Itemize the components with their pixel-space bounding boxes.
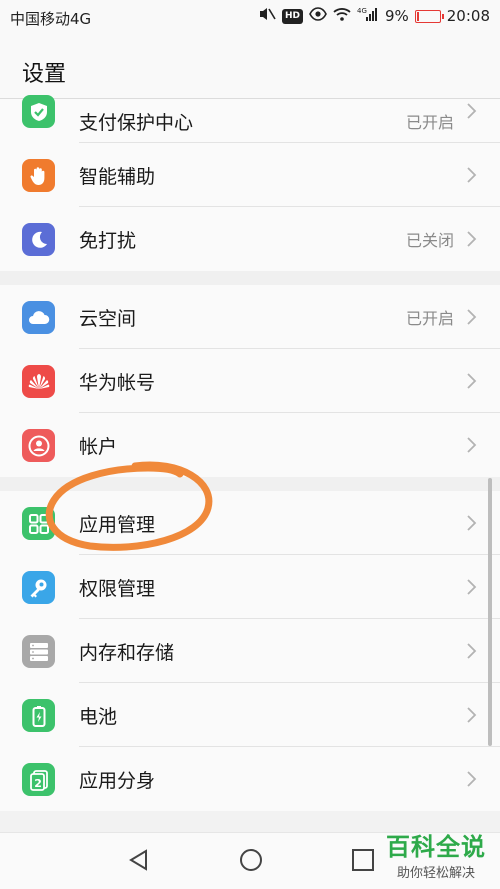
status-icons: HD 4G 9% 20:08 [258, 6, 490, 26]
settings-item-label: 免打扰 [79, 229, 137, 252]
chevron-right-icon [464, 230, 478, 248]
chevron-right-icon [464, 308, 478, 326]
svg-text:2: 2 [34, 777, 42, 790]
carrier-label: 中国移动4G [10, 10, 92, 28]
chevron-right-icon [464, 102, 478, 120]
settings-item-label: 智能辅助 [79, 165, 156, 188]
chevron-right-icon [464, 706, 478, 724]
watermark-subtitle: 助你轻松解决 [396, 866, 475, 881]
settings-item[interactable]: 权限管理 [0, 555, 500, 619]
group-divider [0, 477, 500, 491]
group-divider [0, 271, 500, 285]
settings-item[interactable]: 电池 [0, 683, 500, 747]
chevron-right-icon [464, 166, 478, 184]
storage-icon [22, 635, 55, 668]
settings-item-label: 云空间 [79, 307, 137, 330]
settings-item[interactable]: 云空间 已开启 [0, 285, 500, 349]
moon-icon [22, 223, 55, 256]
settings-item[interactable]: 支付保护中心 已开启 [0, 95, 500, 143]
settings-item[interactable]: 帐户 [0, 413, 500, 477]
chevron-right-icon [464, 770, 478, 788]
settings-item-label: 支付保护中心 [79, 111, 194, 134]
shield-check-icon [22, 95, 55, 128]
settings-item-label: 电池 [79, 705, 118, 728]
back-icon[interactable] [126, 847, 152, 877]
settings-item-status: 已开启 [405, 113, 454, 132]
app-twin-icon: 2 [22, 763, 55, 796]
chevron-right-icon [464, 514, 478, 532]
settings-item-label: 权限管理 [79, 577, 156, 600]
status-bar: 中国移动4G HD 4G 9% 20:08 [0, 0, 500, 36]
battery-icon [414, 9, 444, 23]
account-icon [22, 429, 55, 462]
scrollbar[interactable] [488, 478, 492, 746]
wifi-icon [333, 7, 351, 25]
settings-item[interactable]: 免打扰 已关闭 [0, 207, 500, 271]
settings-group: 支付保护中心 已开启智能辅助免打扰 已关闭 [0, 95, 500, 271]
svg-text:4G: 4G [357, 7, 367, 15]
clock: 20:08 [446, 7, 490, 25]
mute-icon [258, 6, 276, 26]
chevron-right-icon [464, 372, 478, 390]
eye-icon [309, 7, 327, 25]
apps-grid-icon [22, 507, 55, 540]
battery-percent: 9% [384, 7, 409, 25]
settings-item-label: 内存和存储 [79, 641, 175, 664]
settings-item[interactable]: 内存和存储 [0, 619, 500, 683]
settings-group: 应用管理权限管理内存和存储电池 2 应用分身 [0, 491, 500, 811]
settings-item[interactable]: 2 应用分身 [0, 747, 500, 811]
watermark: 百科全说 助你轻松解决 [386, 827, 486, 881]
settings-item-label: 应用分身 [79, 769, 156, 792]
key-icon [22, 571, 55, 604]
page-title: 设置 [22, 62, 67, 87]
settings-item-label: 应用管理 [79, 513, 156, 536]
huawei-logo-icon [22, 365, 55, 398]
chevron-right-icon [464, 642, 478, 660]
settings-item-status: 已开启 [405, 309, 454, 328]
chevron-right-icon [464, 436, 478, 454]
settings-item-status: 已关闭 [405, 231, 454, 250]
home-icon[interactable] [238, 847, 264, 877]
settings-list: 支付保护中心 已开启 智能辅助 免打扰 已关闭 云空间 已开启 华为帐号 帐户 应用管理 权限管理内… [0, 95, 500, 811]
recent-apps-icon[interactable] [350, 847, 376, 877]
hand-icon [22, 159, 55, 192]
hd-icon: HD [281, 8, 303, 24]
settings-item[interactable]: 智能辅助 [0, 143, 500, 207]
battery-status-icon [22, 699, 55, 732]
settings-group: 云空间 已开启华为帐号帐户 [0, 285, 500, 477]
settings-item-label: 帐户 [79, 435, 118, 458]
signal-icon: 4G [357, 6, 379, 26]
settings-item-label: 华为帐号 [79, 371, 156, 394]
cloud-icon [22, 301, 55, 334]
watermark-title: 百科全说 [386, 833, 486, 861]
settings-item[interactable]: 华为帐号 [0, 349, 500, 413]
settings-item[interactable]: 应用管理 [0, 491, 500, 555]
header: 设置 [0, 36, 500, 99]
chevron-right-icon [464, 578, 478, 596]
